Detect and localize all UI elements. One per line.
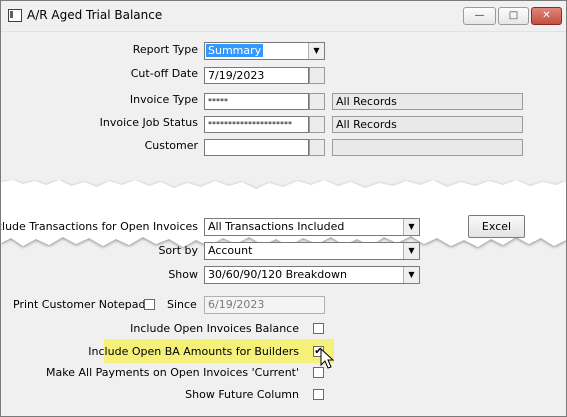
report-type-value: Summary bbox=[206, 44, 264, 57]
show-value: 30/60/90/120 Breakdown bbox=[208, 268, 347, 281]
sort-by-value: Account bbox=[208, 244, 253, 257]
invoice-type-lookup-button[interactable] bbox=[309, 93, 325, 110]
maximize-button[interactable]: □ bbox=[498, 7, 529, 25]
show-future-column-checkbox[interactable] bbox=[313, 389, 324, 400]
invoice-type-label: Invoice Type bbox=[129, 93, 198, 106]
close-button[interactable]: ✕ bbox=[531, 7, 562, 25]
form-area: Report Type Summary ▼ Cut-off Date 7/19/… bbox=[0, 32, 566, 416]
include-open-invoices-balance-label: Include Open Invoices Balance bbox=[130, 322, 299, 335]
excel-button[interactable]: Excel bbox=[468, 215, 525, 238]
sort-by-label: Sort by bbox=[158, 244, 198, 257]
close-icon: ✕ bbox=[542, 10, 551, 21]
customer-field[interactable] bbox=[204, 139, 309, 156]
customer-lookup-button[interactable] bbox=[309, 139, 325, 156]
dropdown-arrow-icon: ▼ bbox=[403, 267, 419, 283]
print-customer-notepad-label: Print Customer Notepad bbox=[13, 298, 146, 311]
include-transactions-label: Include Transactions for Open Invoices bbox=[0, 220, 198, 233]
report-window: A/R Aged Trial Balance — □ ✕ Report Type… bbox=[0, 0, 567, 417]
include-open-ba-amounts-label: Include Open BA Amounts for Builders bbox=[88, 345, 299, 358]
dropdown-arrow-icon: ▼ bbox=[308, 43, 324, 59]
cutoff-date-field[interactable]: 7/19/2023 bbox=[204, 67, 309, 84]
print-customer-notepad-checkbox[interactable] bbox=[144, 299, 155, 310]
report-type-label: Report Type bbox=[132, 43, 198, 56]
invoice-type-field[interactable]: ***** bbox=[204, 93, 309, 110]
cutoff-date-picker-button[interactable] bbox=[309, 67, 325, 84]
show-label: Show bbox=[168, 268, 198, 281]
dropdown-arrow-icon: ▼ bbox=[403, 219, 419, 235]
customer-label: Customer bbox=[144, 139, 198, 152]
invoice-job-status-label: Invoice Job Status bbox=[99, 116, 198, 129]
maximize-icon: □ bbox=[508, 10, 519, 21]
invoice-job-status-field[interactable]: ********************* bbox=[204, 116, 309, 133]
include-transactions-select[interactable]: All Transactions Included ▼ bbox=[204, 218, 420, 236]
since-date-field[interactable]: 6/19/2023 bbox=[204, 296, 325, 314]
mouse-cursor-icon bbox=[320, 348, 334, 369]
invoice-job-status-description: All Records bbox=[332, 116, 523, 133]
invoice-type-description: All Records bbox=[332, 93, 523, 110]
window-title: A/R Aged Trial Balance bbox=[27, 8, 163, 22]
show-select[interactable]: 30/60/90/120 Breakdown ▼ bbox=[204, 266, 420, 284]
show-future-column-label: Show Future Column bbox=[185, 388, 299, 401]
include-open-invoices-balance-checkbox[interactable] bbox=[313, 323, 324, 334]
cutoff-date-label: Cut-off Date bbox=[130, 67, 198, 80]
dropdown-arrow-icon: ▼ bbox=[403, 243, 419, 259]
minimize-button[interactable]: — bbox=[463, 7, 496, 25]
since-label: Since bbox=[167, 298, 197, 311]
customer-description bbox=[332, 139, 523, 156]
include-transactions-value: All Transactions Included bbox=[208, 220, 345, 233]
make-payments-current-label: Make All Payments on Open Invoices 'Curr… bbox=[46, 366, 299, 379]
app-icon bbox=[8, 9, 22, 22]
sort-by-select[interactable]: Account ▼ bbox=[204, 242, 420, 260]
invoice-job-status-lookup-button[interactable] bbox=[309, 116, 325, 133]
title-bar: A/R Aged Trial Balance — □ ✕ bbox=[1, 1, 566, 32]
minimize-icon: — bbox=[474, 10, 485, 21]
report-type-select[interactable]: Summary ▼ bbox=[204, 42, 325, 60]
